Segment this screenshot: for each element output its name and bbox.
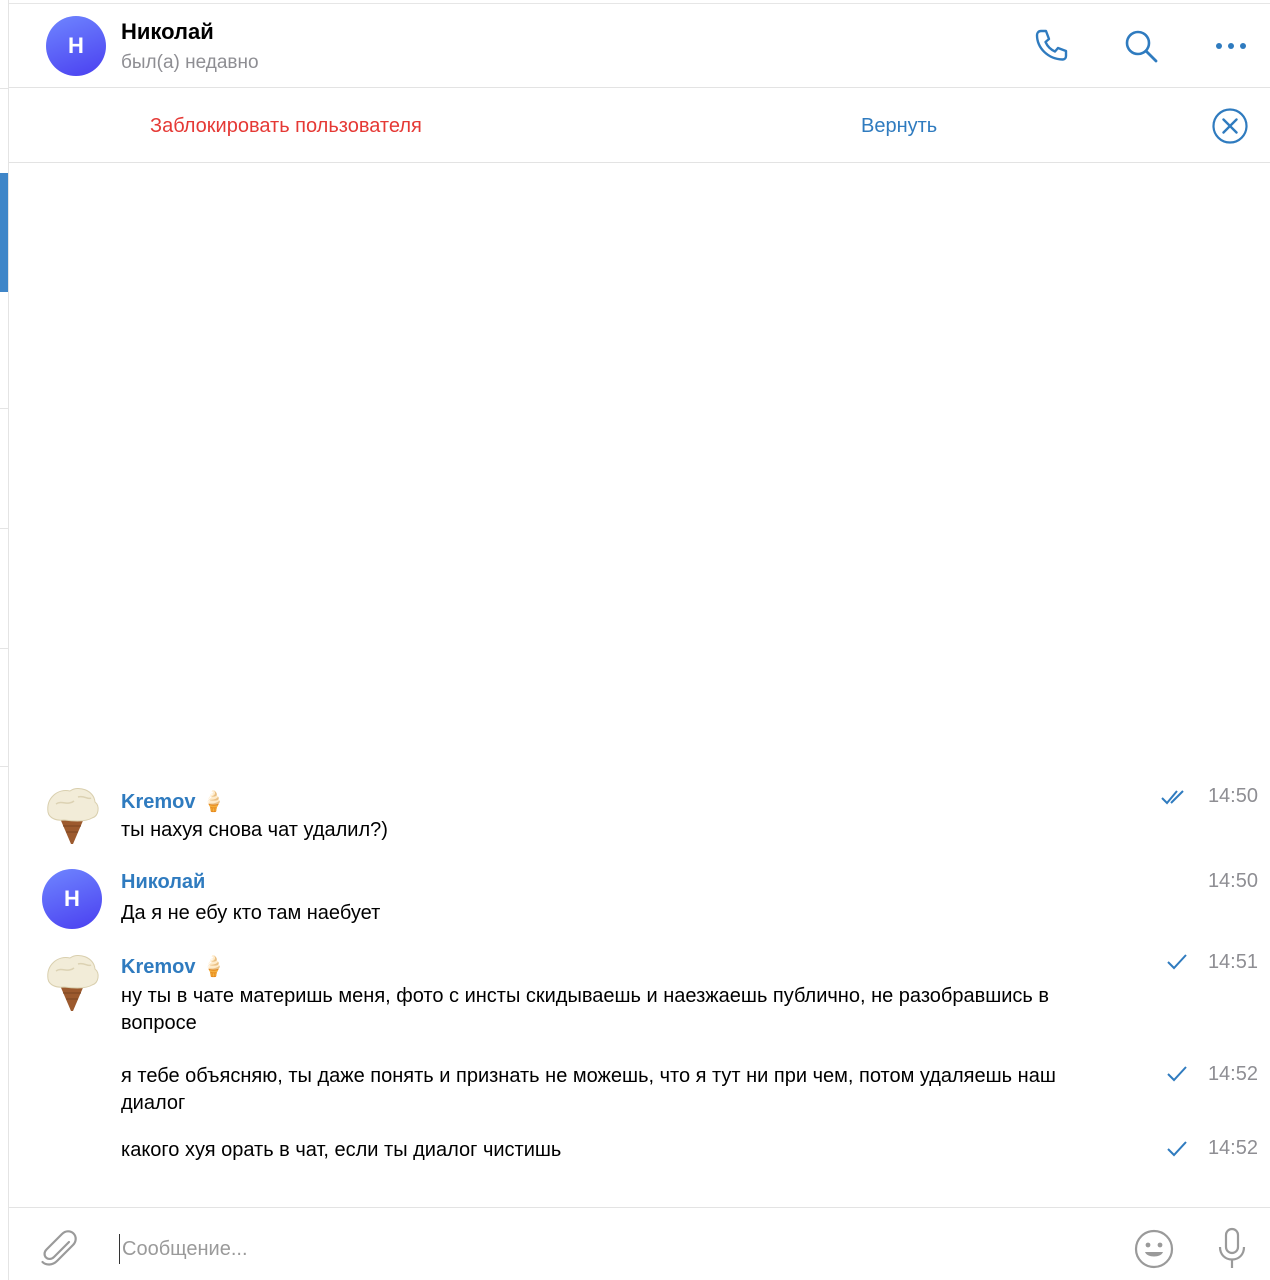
phone-icon[interactable]: [1030, 26, 1070, 66]
left-panel-edge: [0, 0, 9, 1280]
divider: [0, 88, 8, 89]
block-user-button[interactable]: Заблокировать пользователя: [150, 115, 422, 138]
message[interactable]: какого хуя орать в чат, если ты диалог ч…: [9, 1137, 1270, 1171]
divider: [0, 408, 8, 409]
message[interactable]: я тебе объясняю, ты даже понять и призна…: [9, 1061, 1270, 1121]
message-text: я тебе объясняю, ты даже понять и призна…: [121, 1065, 1056, 1114]
check-icon: [1167, 954, 1187, 970]
message[interactable]: Н Николай Да я не ебу кто там наебует 14…: [9, 866, 1270, 934]
chat-header: Н Николай был(а) недавно: [9, 4, 1270, 88]
check-icon: [1167, 1141, 1187, 1157]
message-time: 14:52: [1207, 1137, 1258, 1159]
message-list: Kremov 🍦 ты нахуя снова чат удалил?) 14:…: [9, 163, 1270, 1207]
message-text: ну ты в чате материшь меня, фото с инсты…: [121, 985, 1050, 1034]
microphone-icon[interactable]: [1211, 1226, 1253, 1272]
check-icon: [1167, 1066, 1187, 1082]
message[interactable]: Kremov 🍦 ты нахуя снова чат удалил?) 14:…: [9, 780, 1270, 850]
emoji-icon[interactable]: [1133, 1228, 1175, 1270]
avatar[interactable]: Н: [42, 869, 102, 929]
chat-title[interactable]: Николай: [121, 19, 214, 45]
close-circle-icon[interactable]: [1211, 107, 1249, 145]
message[interactable]: Kremov 🍦 ну ты в чате материшь меня, фот…: [9, 947, 1270, 1039]
message-time: 14:51: [1207, 951, 1258, 973]
composer: [9, 1207, 1270, 1280]
message-text: Да я не ебу кто там наебует: [121, 902, 381, 924]
message-time: 14:50: [1207, 785, 1258, 807]
divider: [0, 528, 8, 529]
message-text: ты нахуя снова чат удалил?): [121, 819, 388, 841]
message-input[interactable]: [119, 1234, 1019, 1264]
message-time: 14:50: [1207, 870, 1258, 892]
message-text: какого хуя орать в чат, если ты диалог ч…: [121, 1139, 562, 1161]
message-author[interactable]: Kremov 🍦: [121, 954, 226, 979]
divider: [0, 648, 8, 649]
chat-status: был(а) недавно: [121, 52, 259, 73]
message-author[interactable]: Николай: [121, 871, 205, 894]
ice-cream-avatar[interactable]: [42, 949, 102, 1013]
action-bar: Заблокировать пользователя Вернуть: [9, 88, 1270, 163]
search-icon[interactable]: [1121, 26, 1161, 66]
message-time: 14:52: [1207, 1063, 1258, 1085]
undo-button[interactable]: Вернуть: [861, 115, 937, 138]
avatar[interactable]: Н: [46, 16, 106, 76]
divider: [0, 766, 8, 767]
more-icon[interactable]: [1211, 26, 1251, 66]
message-author[interactable]: Kremov 🍦: [121, 789, 226, 814]
double-check-icon: [1161, 790, 1184, 805]
attach-icon[interactable]: [39, 1228, 81, 1270]
active-chat-indicator: [0, 173, 8, 292]
ice-cream-avatar[interactable]: [42, 782, 102, 846]
